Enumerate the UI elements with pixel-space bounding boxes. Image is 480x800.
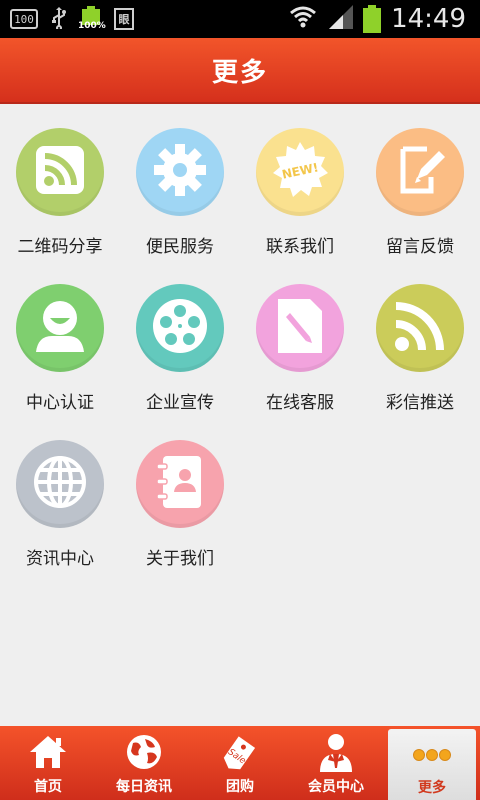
menu-item-label: 中心认证 <box>26 393 94 413</box>
menu-icon-circle <box>136 284 224 372</box>
bottom-nav: 首页 每日资讯 Sale 团购 会员中心 更多 <box>0 726 480 800</box>
menu-item-mms-push[interactable]: 彩信推送 <box>360 260 480 416</box>
menu-icon-circle <box>376 284 464 372</box>
menu-icon-circle <box>16 440 104 528</box>
menu-item-qrcode-share[interactable]: 二维码分享 <box>0 104 120 260</box>
wifi-icon <box>289 5 317 33</box>
menu-item-label: 留言反馈 <box>386 237 454 257</box>
storage-100-icon: 100 <box>10 9 38 29</box>
battery-small-icon: 100% <box>78 6 106 32</box>
nav-item-home[interactable]: 首页 <box>0 726 96 800</box>
menu-icon-circle <box>136 440 224 528</box>
header-bar: 更多 <box>0 38 480 104</box>
menu-item-label: 在线客服 <box>266 393 334 413</box>
menu-icon-circle <box>16 284 104 372</box>
menu-icon-circle <box>376 128 464 216</box>
menu-item-label: 联系我们 <box>266 237 334 257</box>
menu-icon-circle <box>136 128 224 216</box>
menu-item-contact-us[interactable]: NEW! 联系我们 <box>240 104 360 260</box>
contact-book-icon <box>155 454 205 514</box>
signal-icon <box>327 5 354 33</box>
nav-label: 团购 <box>226 779 254 795</box>
rss-icon <box>34 144 86 200</box>
user-icon <box>30 296 90 360</box>
nav-label: 更多 <box>418 780 446 796</box>
menu-item-convenience-service[interactable]: 便民服务 <box>120 104 240 260</box>
page-title: 更多 <box>211 57 268 88</box>
home-icon <box>28 730 68 774</box>
nav-item-daily-news[interactable]: 每日资讯 <box>96 726 192 800</box>
menu-item-enterprise-promotion[interactable]: 企业宣传 <box>120 260 240 416</box>
film-reel-icon <box>151 297 209 359</box>
new-badge-icon: NEW! <box>270 140 330 204</box>
menu-icon-circle <box>256 284 344 372</box>
document-pencil-icon <box>274 297 326 359</box>
nav-item-group-buy[interactable]: Sale 团购 <box>192 726 288 800</box>
menu-item-label: 彩信推送 <box>386 393 454 413</box>
menu-item-label: 便民服务 <box>146 237 214 257</box>
usb-icon <box>50 6 68 32</box>
globe-nav-icon <box>125 730 163 774</box>
status-bar: 100 100% 眼 14:49 <box>0 0 480 38</box>
menu-icon-circle <box>16 128 104 216</box>
edit-icon <box>393 143 447 201</box>
nav-label: 首页 <box>34 779 62 795</box>
menu-icon-circle: NEW! <box>256 128 344 216</box>
nav-label: 每日资讯 <box>116 779 172 795</box>
menu-item-feedback[interactable]: 留言反馈 <box>360 104 480 260</box>
menu-item-label: 关于我们 <box>146 549 214 569</box>
menu-item-about-us[interactable]: 关于我们 <box>120 416 240 572</box>
member-icon <box>318 730 354 774</box>
status-left-icons: 100 100% 眼 <box>10 6 134 32</box>
battery-icon <box>363 5 382 33</box>
document-icon: 眼 <box>114 8 134 30</box>
menu-item-label: 资讯中心 <box>26 549 94 569</box>
wifi-feed-icon <box>392 298 448 358</box>
nav-item-member-center[interactable]: 会员中心 <box>288 726 384 800</box>
menu-item-news-center[interactable]: 资讯中心 <box>0 416 120 572</box>
nav-label: 会员中心 <box>308 779 364 795</box>
gear-icon <box>152 142 208 202</box>
status-right-icons: 14:49 <box>289 4 466 34</box>
menu-item-online-service[interactable]: 在线客服 <box>240 260 360 416</box>
status-time: 14:49 <box>391 4 466 34</box>
menu-item-label: 企业宣传 <box>146 393 214 413</box>
more-dots-icon <box>412 733 452 777</box>
battery-small-text: 100% <box>78 21 106 31</box>
menu-item-label: 二维码分享 <box>17 237 103 257</box>
nav-item-more[interactable]: 更多 <box>388 729 476 800</box>
globe-icon <box>32 454 88 514</box>
sale-tag-icon: Sale <box>220 730 260 774</box>
menu-item-center-certification[interactable]: 中心认证 <box>0 260 120 416</box>
